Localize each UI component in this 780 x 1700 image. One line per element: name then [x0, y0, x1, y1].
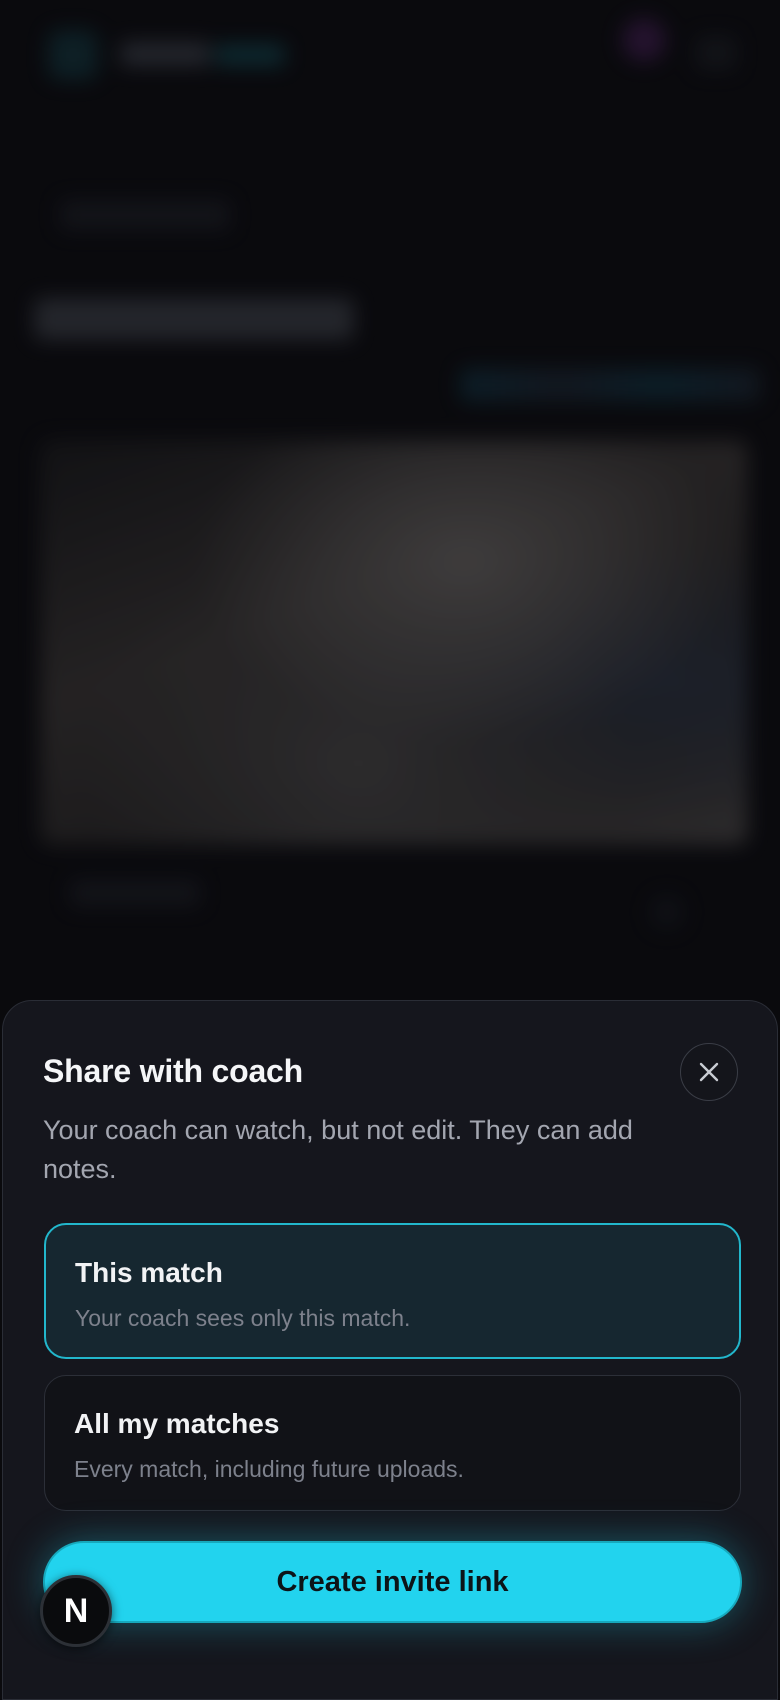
option-this-match[interactable]: This match Your coach sees only this mat… — [44, 1223, 741, 1359]
close-icon — [699, 1062, 719, 1082]
sheet-description: Your coach can watch, but not edit. They… — [43, 1115, 633, 1184]
option-title: This match — [75, 1257, 223, 1288]
create-invite-link-button[interactable]: Create invite link — [43, 1541, 742, 1623]
option-all-matches[interactable]: All my matches Every match, including fu… — [44, 1375, 741, 1511]
option-title: All my matches — [74, 1408, 280, 1439]
sheet-title: Share with coach — [43, 1053, 303, 1089]
close-button[interactable] — [680, 1043, 738, 1101]
option-subtitle: Your coach sees only this match. — [75, 1305, 411, 1331]
n-badge-button[interactable]: N — [40, 1575, 112, 1647]
option-subtitle: Every match, including future uploads. — [74, 1456, 464, 1482]
create-invite-link-label: Create invite link — [276, 1565, 509, 1598]
n-letter-icon: N — [63, 1591, 89, 1630]
share-bottom-sheet: Share with coach Your coach can watch, b… — [2, 1000, 778, 1700]
